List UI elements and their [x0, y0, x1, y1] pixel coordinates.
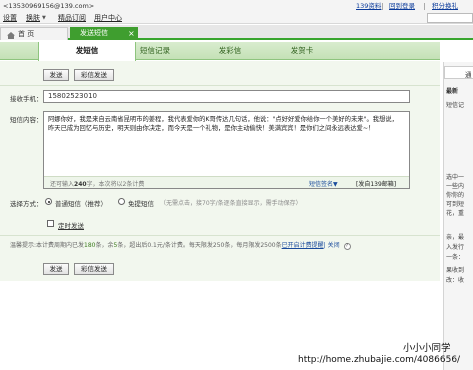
settings-link[interactable]: 设置: [3, 12, 17, 24]
schedule-label[interactable]: 定时发送: [58, 220, 84, 230]
back-to-login-link[interactable]: 回到登录: [389, 0, 415, 12]
panel-line: 果收到: [446, 267, 465, 274]
close-reminder-link[interactable]: | 关闭: [324, 242, 340, 249]
nav-bar: 设置 换肤 ▼ 精品订阅 用户中心: [0, 12, 473, 24]
send-mms-button[interactable]: 彩信发送: [74, 69, 114, 81]
message-text: 阿娜你好，我是来自云南省昆明市的姜程，我代表爱你的K哥传达几句话，他说："点好好…: [48, 116, 398, 132]
mode-free-label: 免提短信: [128, 200, 154, 208]
radio-normal[interactable]: [45, 198, 52, 205]
top-bar: <13530969156@139.com> 139资料 回到登录 积分换礼: [0, 0, 473, 12]
send-button[interactable]: 发送: [43, 69, 69, 81]
subtab-send-mms[interactable]: 发彩信: [200, 42, 260, 60]
watermark-url: http://home.zhubajie.com/4086656/: [298, 355, 461, 365]
panel-line: 短信记: [446, 102, 465, 109]
subtab-send-sms[interactable]: 发短信: [38, 42, 136, 61]
sign-tag: [发自139邮箱]: [356, 181, 397, 188]
panel-line: 最新: [446, 88, 459, 95]
recipient-input[interactable]: 15802523010: [43, 90, 410, 103]
content-label: 短信内容：: [10, 116, 43, 124]
radio-free[interactable]: [118, 198, 125, 205]
close-icon[interactable]: ×: [128, 27, 135, 40]
tip-mid1: 条，余: [95, 242, 114, 249]
mode-label: 选择方式：: [10, 200, 43, 208]
help-icon[interactable]: ?: [343, 243, 351, 250]
user-email: <13530969156@139.com>: [3, 2, 95, 10]
tip-sent: 180: [84, 242, 96, 249]
panel-line: 花，重: [446, 210, 465, 217]
subscription-link[interactable]: 精品订阅: [58, 12, 86, 24]
tip-mid2: 条，超出后0.1元/条计费。每天限发250条，每月限发2500条: [117, 242, 282, 249]
count-tail: 字，本次将以2条计费: [86, 181, 145, 188]
sms-form: 发送 彩信发送 接收手机： 15802523010 短信内容： 阿娜你好，我是来…: [0, 61, 440, 281]
quota-tip: 温馨提示:本计费周期内已发180条，余5条，超出后0.1元/条计费。每天限发25…: [10, 240, 351, 250]
page-tab-strip: 首 页 发送短信 ×: [0, 25, 473, 40]
profile-link[interactable]: 139资料: [356, 0, 381, 12]
message-textarea[interactable]: 阿娜你好，我是来自云南省昆明市的姜程，我代表爱你的K哥传达几句话，他说："点好好…: [43, 111, 410, 189]
panel-line: 你你的: [446, 192, 465, 199]
divider: [0, 235, 440, 236]
panel-line: 可到短: [446, 201, 465, 208]
sub-tab-bar: 发短信 短信记录 发彩信 发贺卡: [0, 42, 440, 61]
home-icon: [7, 31, 15, 39]
tip-prefix: 温馨提示:本计费周期内已发: [10, 242, 85, 249]
panel-line: 改：收: [446, 277, 465, 284]
send-button-bottom[interactable]: 发送: [43, 263, 69, 275]
skin-link[interactable]: 换肤: [26, 12, 40, 24]
textarea-footer: 还可输入240字，本次将以2条计费 短信签名▼ [发自139邮箱]: [44, 176, 409, 188]
divider: [0, 85, 440, 86]
right-panel-tab[interactable]: 通: [444, 66, 473, 79]
panel-line: 选中一: [446, 174, 465, 181]
watermark-name: 小小小同学: [403, 343, 451, 354]
right-panel: 通 最新 短信记 选中一 一些内 你你的 可到短 花，重 亲，最 入发行 一条：…: [443, 62, 473, 370]
mode-free-desc: （无需点击，接70字/条逐条直接显示，需手动保存）: [160, 200, 302, 207]
tab-send-sms[interactable]: 发送短信 ×: [70, 27, 138, 40]
search-input[interactable]: [427, 13, 473, 23]
schedule-checkbox[interactable]: [47, 220, 54, 227]
panel-line: 一条：: [446, 254, 465, 261]
points-link[interactable]: 积分换礼: [432, 0, 458, 12]
send-mms-button-bottom[interactable]: 彩信发送: [74, 263, 114, 275]
remaining-count: 240: [74, 181, 87, 188]
subtab-send-card[interactable]: 发贺卡: [272, 42, 332, 60]
tab-home-label: 首 页: [18, 30, 35, 38]
tab-send-sms-label: 发送短信: [80, 29, 108, 37]
subtab-sms-records[interactable]: 短信记录: [125, 42, 185, 60]
panel-line: 亲，最: [446, 234, 465, 241]
mode-normal-label: 普通短信（推荐）: [55, 200, 107, 208]
signature-link[interactable]: 短信签名▼: [309, 179, 338, 188]
user-center-link[interactable]: 用户中心: [94, 12, 122, 24]
billing-reminder-link[interactable]: 已开启计费提醒: [282, 242, 324, 249]
panel-line: 一些内: [446, 183, 465, 190]
tab-home[interactable]: 首 页: [0, 27, 68, 40]
panel-line: 入发行: [446, 244, 465, 251]
skin-dropdown-icon[interactable]: ▼: [42, 12, 46, 24]
count-hint: 还可输入: [50, 181, 75, 188]
recipient-label: 接收手机：: [10, 95, 43, 103]
recipient-value: 15802523010: [48, 92, 97, 100]
